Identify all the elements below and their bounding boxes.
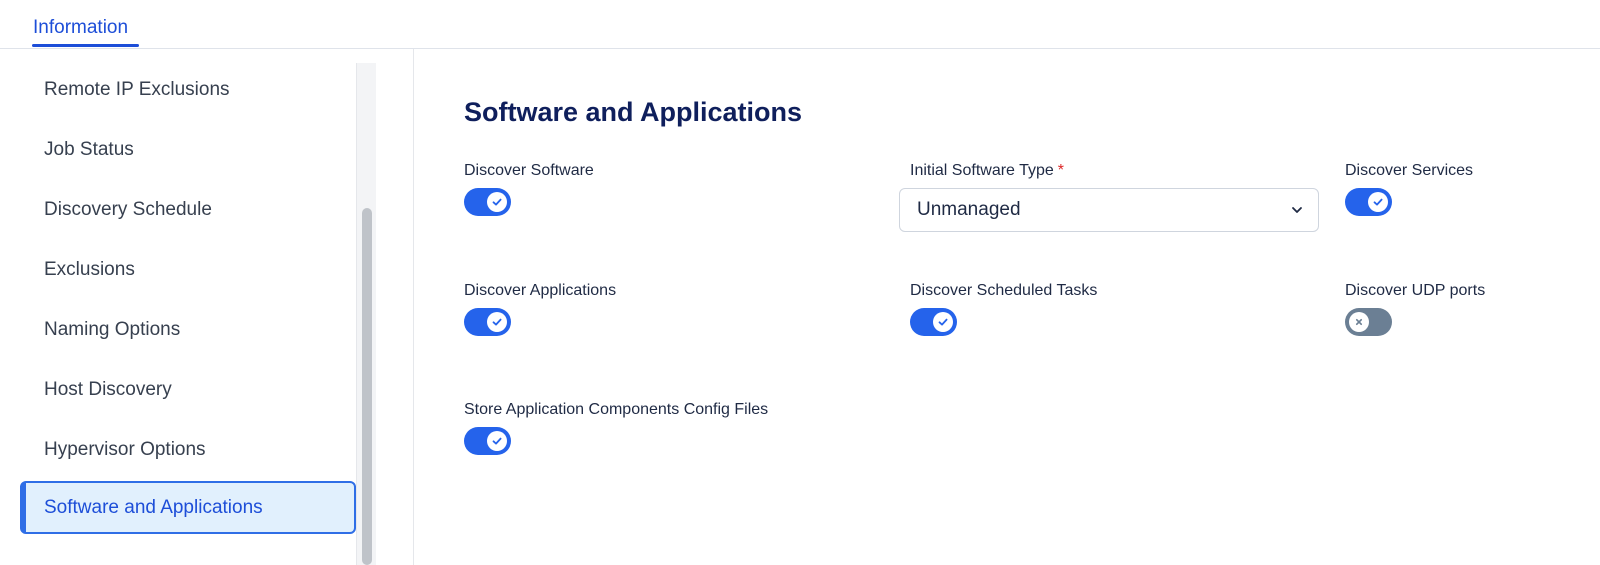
chevron-down-icon (1292, 207, 1302, 213)
sidebar-item-software-and-applications[interactable]: Software and Applications (20, 481, 356, 534)
discover-udp-ports-toggle[interactable] (1345, 308, 1392, 336)
sidebar-item-label: Software and Applications (44, 496, 263, 518)
discover-scheduled-tasks-label: Discover Scheduled Tasks (910, 282, 1098, 299)
initial-software-type-select[interactable]: Unmanaged (899, 188, 1319, 232)
discover-udp-ports-field: Discover UDP ports (1345, 282, 1485, 300)
tab-information[interactable]: Information (33, 17, 128, 45)
check-icon (933, 312, 953, 332)
tab-active-indicator (32, 44, 139, 47)
required-marker: * (1057, 162, 1065, 179)
sidebar-item-label: Job Status (44, 138, 134, 160)
discover-software-toggle[interactable] (464, 188, 511, 216)
check-icon (487, 192, 507, 212)
x-icon (1349, 312, 1369, 332)
sidebar-item-label: Hypervisor Options (44, 438, 206, 460)
discover-services-toggle[interactable] (1345, 188, 1392, 216)
discover-services-label: Discover Services (1345, 162, 1474, 179)
select-value: Unmanaged (917, 199, 1021, 220)
sidebar-item-label: Discovery Schedule (44, 198, 212, 220)
sidebar-item-host-discovery[interactable]: Host Discovery (20, 363, 356, 416)
initial-software-type-label: Initial Software Type * (910, 162, 1065, 179)
page-title: Software and Applications (464, 97, 803, 127)
discover-software-field: Discover Software (464, 162, 594, 180)
store-app-config-files-label: Store Application Components Config File… (464, 401, 769, 418)
initial-software-type-field: Initial Software Type * (910, 162, 1064, 180)
check-icon (1368, 192, 1388, 212)
sidebar-item-remote-ip-exclusions[interactable]: Remote IP Exclusions (20, 63, 356, 116)
sidebar-item-naming-options[interactable]: Naming Options (20, 303, 356, 356)
tab-bar: Information (0, 0, 1600, 49)
store-app-config-files-field: Store Application Components Config File… (464, 401, 768, 419)
settings-panel: Software and Applications Discover Softw… (414, 49, 1600, 565)
discover-applications-label: Discover Applications (464, 282, 617, 299)
discover-scheduled-tasks-toggle[interactable] (910, 308, 957, 336)
sidebar-item-discovery-schedule[interactable]: Discovery Schedule (20, 183, 356, 236)
sidebar-item-label: Host Discovery (44, 378, 172, 400)
discover-applications-toggle[interactable] (464, 308, 511, 336)
discover-applications-field: Discover Applications (464, 282, 616, 300)
discover-services-field: Discover Services (1345, 162, 1473, 180)
sidebar: Remote IP Exclusions Job Status Discover… (0, 49, 372, 565)
sidebar-item-hypervisor-options[interactable]: Hypervisor Options (20, 423, 356, 476)
discover-software-label: Discover Software (464, 162, 594, 179)
sidebar-item-exclusions[interactable]: Exclusions (20, 243, 356, 296)
check-icon (487, 312, 507, 332)
sidebar-item-label: Naming Options (44, 318, 181, 340)
store-app-config-files-toggle[interactable] (464, 427, 511, 455)
discover-udp-ports-label: Discover UDP ports (1345, 282, 1486, 299)
sidebar-item-label: Exclusions (44, 258, 135, 280)
check-icon (487, 431, 507, 451)
discover-scheduled-tasks-field: Discover Scheduled Tasks (910, 282, 1097, 300)
sidebar-item-job-status[interactable]: Job Status (20, 123, 356, 176)
sidebar-item-label: Remote IP Exclusions (44, 78, 230, 100)
sidebar-scrollbar-thumb[interactable] (362, 208, 372, 565)
